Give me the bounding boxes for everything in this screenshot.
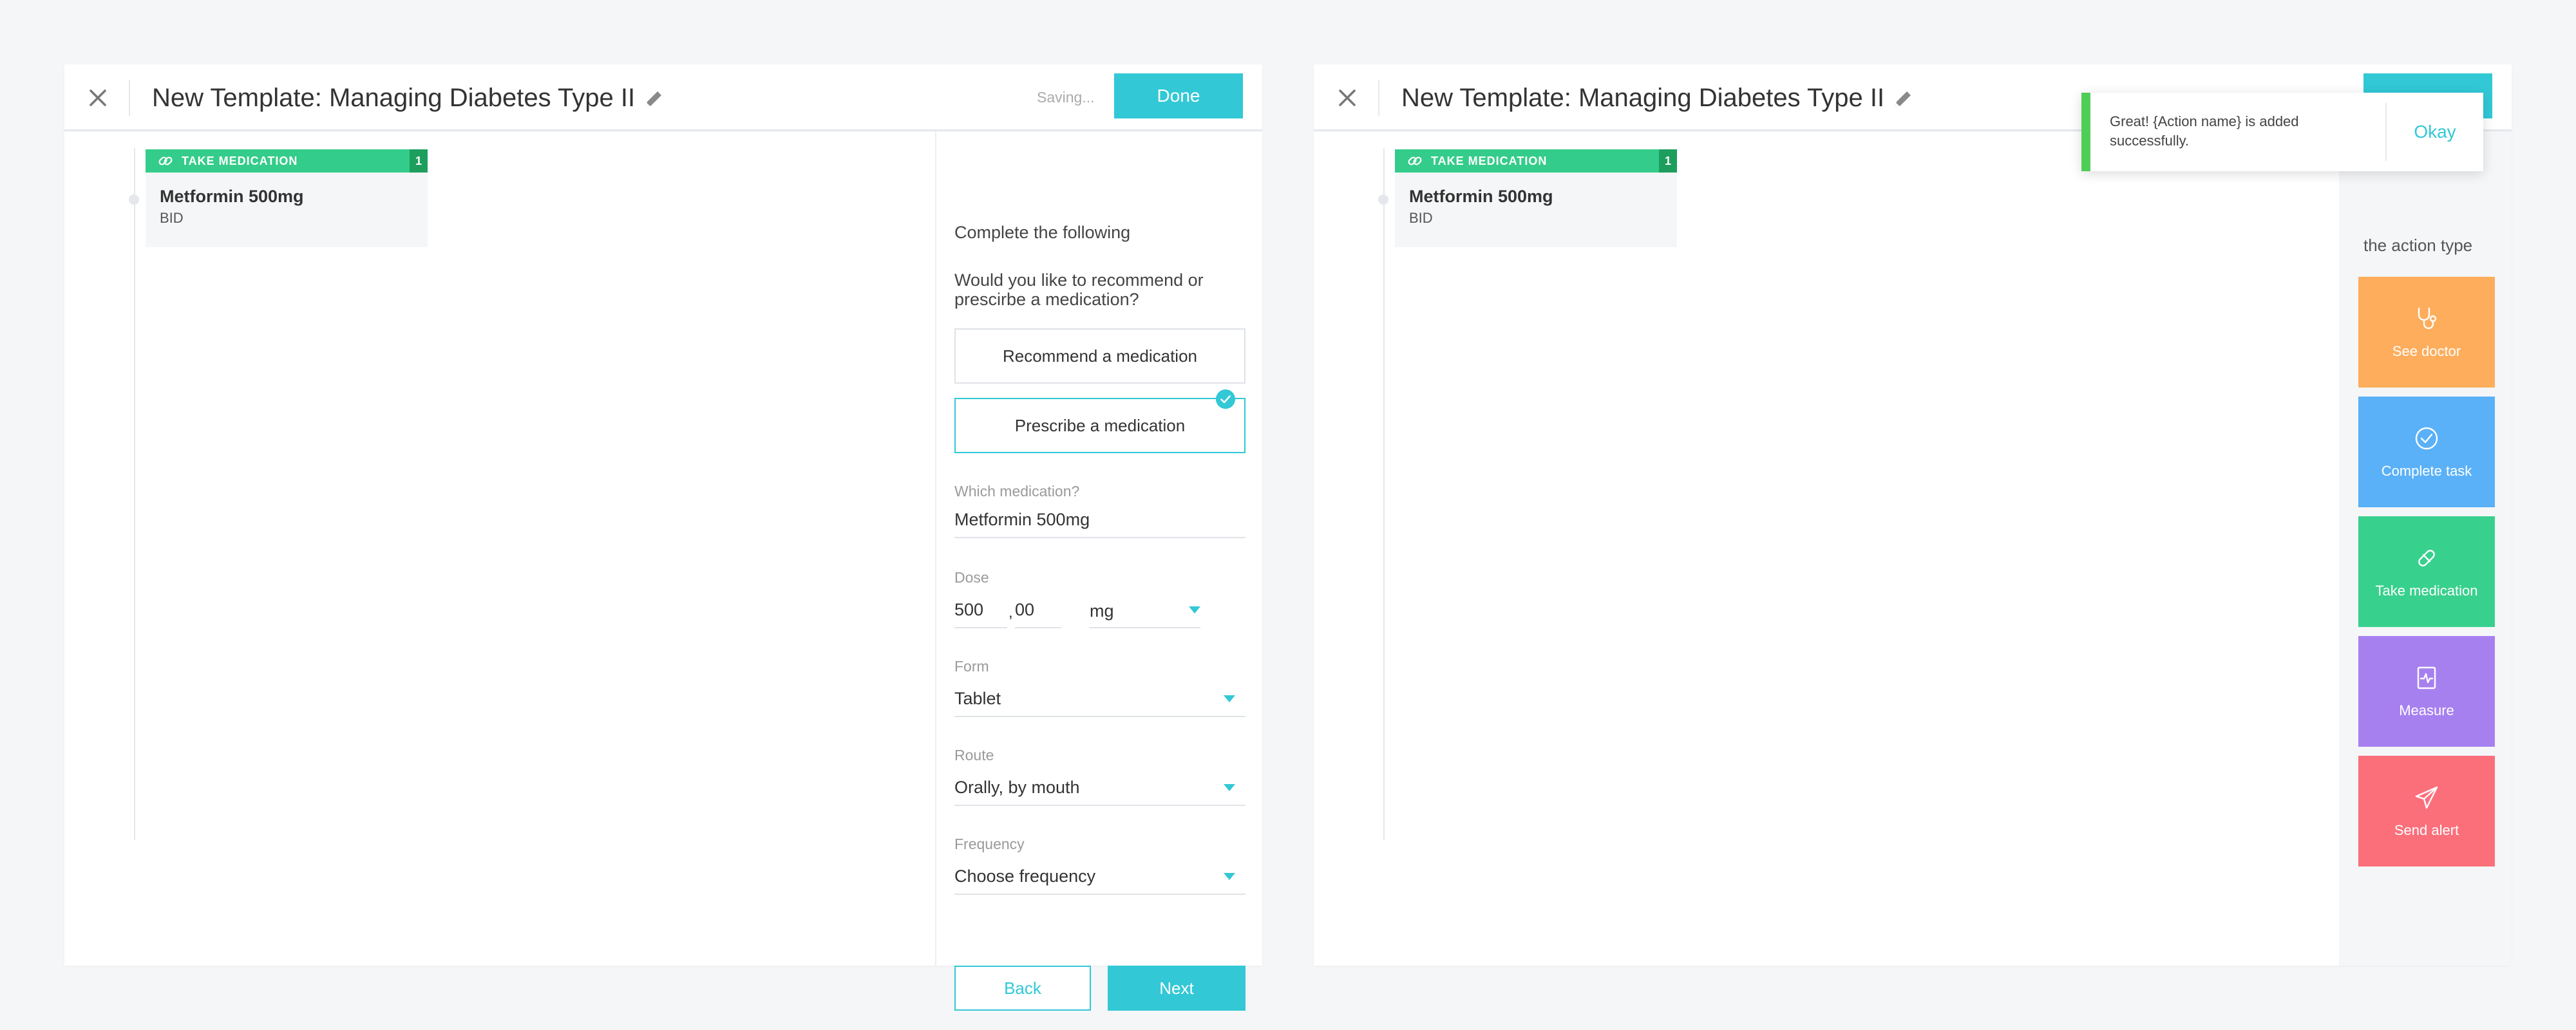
form-label: Form [954, 658, 989, 675]
action-type-prompt: the action type [2363, 236, 2473, 255]
action-card-frequency: BID [1409, 210, 1433, 226]
next-button[interactable]: Next [1108, 966, 1245, 1011]
action-card-frequency: BID [160, 210, 184, 226]
link-icon [158, 156, 173, 165]
back-button[interactable]: Back [954, 966, 1091, 1011]
route-chevron-down-icon[interactable] [1224, 784, 1235, 791]
close-icon[interactable] [84, 84, 112, 112]
header-divider [129, 80, 130, 116]
timeline-line [1383, 148, 1385, 840]
pulse-document-icon [2417, 666, 2436, 689]
action-card-count: 1 [410, 149, 428, 173]
dose-unit-underline [1090, 627, 1200, 628]
link-icon [1408, 156, 1422, 165]
take-medication-tile[interactable]: Take medication [2358, 516, 2495, 627]
preview-panel: New Template: Managing Diabetes Type II … [1314, 64, 2512, 966]
action-card-tag: TAKE MEDICATION [1431, 154, 1548, 167]
check-circle-icon [2415, 427, 2438, 450]
route-underline [954, 805, 1245, 806]
dose-separator: , [1009, 604, 1013, 621]
saving-status: Saving... [1037, 89, 1095, 106]
action-card-header: TAKE MEDICATION [146, 149, 428, 173]
pencil-icon[interactable] [641, 86, 667, 112]
action-card-header: TAKE MEDICATION [1395, 149, 1677, 173]
measure-tile[interactable]: Measure [2358, 636, 2495, 747]
see-doctor-label: See doctor [2392, 343, 2461, 359]
action-card-count: 1 [1659, 149, 1677, 173]
toast-okay-button[interactable]: Okay [2387, 93, 2483, 171]
template-title: New Template: Managing Diabetes Type II [1401, 84, 1885, 112]
success-toast: Great! {Action name} is added successful… [2081, 93, 2483, 171]
action-card[interactable]: TAKE MEDICATION 1 Metformin 500mg BID [146, 149, 428, 247]
action-card-tag: TAKE MEDICATION [182, 154, 298, 167]
editor-panel: New Template: Managing Diabetes Type II … [64, 64, 1262, 1011]
measure-label: Measure [2399, 702, 2454, 718]
dose-fraction-underline [1015, 627, 1061, 628]
stethoscope-icon [2418, 307, 2437, 330]
paper-plane-icon [2415, 786, 2438, 809]
complete-task-label: Complete task [2381, 463, 2472, 479]
template-title: New Template: Managing Diabetes Type II [152, 84, 636, 112]
form-select[interactable]: Tablet [954, 689, 1001, 709]
prescribe-option[interactable]: Prescribe a medication [954, 389, 1245, 453]
timeline-dot [129, 194, 139, 205]
form-chevron-down-icon[interactable] [1224, 695, 1235, 702]
frequency-chevron-down-icon[interactable] [1224, 873, 1235, 880]
see-doctor-tile[interactable]: See doctor [2358, 277, 2495, 388]
form-question: Would you like to recommend or prescirbe… [954, 270, 1204, 309]
form-heading: Complete the following [954, 223, 1131, 242]
medication-field[interactable]: Metformin 500mg [954, 510, 1090, 530]
frequency-select[interactable]: Choose frequency [954, 866, 1095, 886]
action-card[interactable]: TAKE MEDICATION 1 Metformin 500mg BID [1395, 149, 1677, 247]
timeline-line [134, 148, 135, 840]
complete-task-tile[interactable]: Complete task [2358, 397, 2495, 507]
route-select[interactable]: Orally, by mouth [954, 778, 1080, 798]
frequency-underline [954, 894, 1245, 895]
check-icon [1216, 389, 1235, 409]
dose-unit-select[interactable]: mg [1090, 601, 1114, 621]
dose-whole-underline [954, 627, 1007, 628]
action-card-name: Metformin 500mg [160, 187, 304, 206]
close-icon[interactable] [1333, 84, 1361, 112]
header-divider [1378, 80, 1379, 116]
frequency-label: Frequency [954, 836, 1025, 852]
toast-message: Great! {Action name} is added successful… [2110, 113, 2299, 149]
medication-label: Which medication? [954, 483, 1080, 500]
editor-header: New Template: Managing Diabetes Type II … [64, 64, 1262, 131]
route-label: Route [954, 747, 994, 763]
action-type-sidebar: the action type See doctor Complete task… [2339, 131, 2512, 966]
dose-fraction-field[interactable]: 00 [1015, 600, 1034, 620]
send-alert-label: Send alert [2394, 822, 2459, 838]
prescribe-option-label: Prescribe a medication [1014, 415, 1186, 435]
dose-label: Dose [954, 569, 989, 586]
done-button[interactable]: Done [1114, 73, 1243, 118]
dose-unit-chevron-down-icon[interactable] [1189, 606, 1200, 613]
pill-icon [2418, 550, 2435, 566]
dose-whole-field[interactable]: 500 [954, 600, 983, 620]
toast-accent-bar [2081, 93, 2090, 171]
form-underline [954, 716, 1245, 717]
send-alert-tile[interactable]: Send alert [2358, 756, 2495, 866]
medication-form: Complete the following Would you like to… [935, 131, 1262, 1011]
timeline-dot [1378, 194, 1388, 205]
action-card-name: Metformin 500mg [1409, 187, 1553, 206]
take-medication-label: Take medication [2375, 583, 2478, 599]
medication-underline [954, 537, 1245, 538]
recommend-option[interactable]: Recommend a medication [954, 328, 1245, 384]
pencil-icon[interactable] [1890, 86, 1916, 112]
